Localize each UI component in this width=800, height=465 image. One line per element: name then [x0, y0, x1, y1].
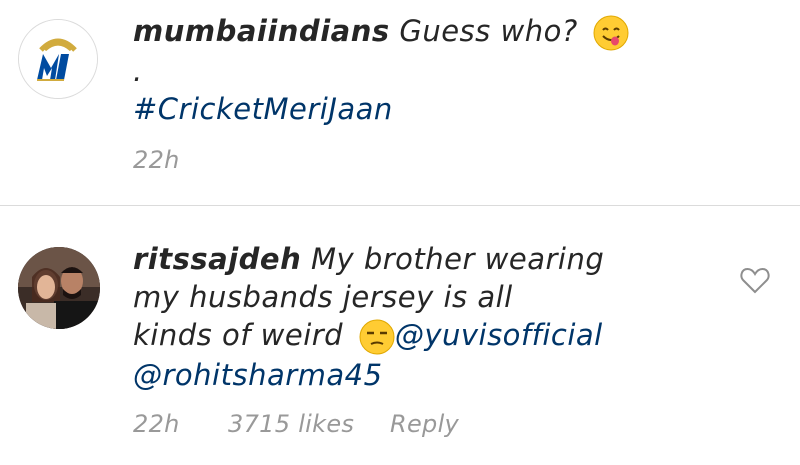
mi-logo-icon	[19, 20, 97, 98]
yummy-face-emoji-icon	[593, 15, 629, 51]
mention-rohitsharma45[interactable]: @rohitsharma45	[133, 356, 383, 394]
heart-outline-icon[interactable]	[740, 266, 770, 294]
profile-photo-icon	[18, 247, 100, 329]
divider	[0, 205, 800, 206]
caption-text: Guess who?	[399, 14, 578, 48]
comment-line-3: kinds of weird @yuvisofficial	[133, 316, 603, 355]
caption-dot: .	[133, 54, 143, 88]
mumbai-indians-avatar[interactable]	[18, 19, 98, 99]
post-caption-block: mumbaiindians Guess who? . #CricketMeriJ…	[0, 0, 800, 205]
caption-line: mumbaiindians Guess who?	[133, 12, 629, 51]
comment-username[interactable]: ritssajdeh	[133, 242, 301, 276]
post-time: 22h	[133, 146, 180, 174]
comment-text-1: My brother wearing	[310, 242, 605, 276]
comment-text-3: kinds of weird	[133, 318, 344, 352]
comment-time: 22h	[133, 410, 180, 438]
hashtag-link[interactable]: #CricketMeriJaan	[133, 90, 393, 128]
comment-line-1: ritssajdeh My brother wearing	[133, 240, 604, 278]
reply-button[interactable]: Reply	[390, 410, 459, 438]
comment-likes-count[interactable]: 3715 likes	[228, 410, 354, 438]
unamused-face-emoji-icon	[359, 319, 395, 355]
post-username[interactable]: mumbaiindians	[133, 14, 390, 48]
mention-yuvisofficial[interactable]: @yuvisofficial	[395, 318, 603, 352]
ritssajdeh-avatar[interactable]	[18, 247, 100, 329]
comment-text-2: my husbands jersey is all	[133, 280, 513, 314]
